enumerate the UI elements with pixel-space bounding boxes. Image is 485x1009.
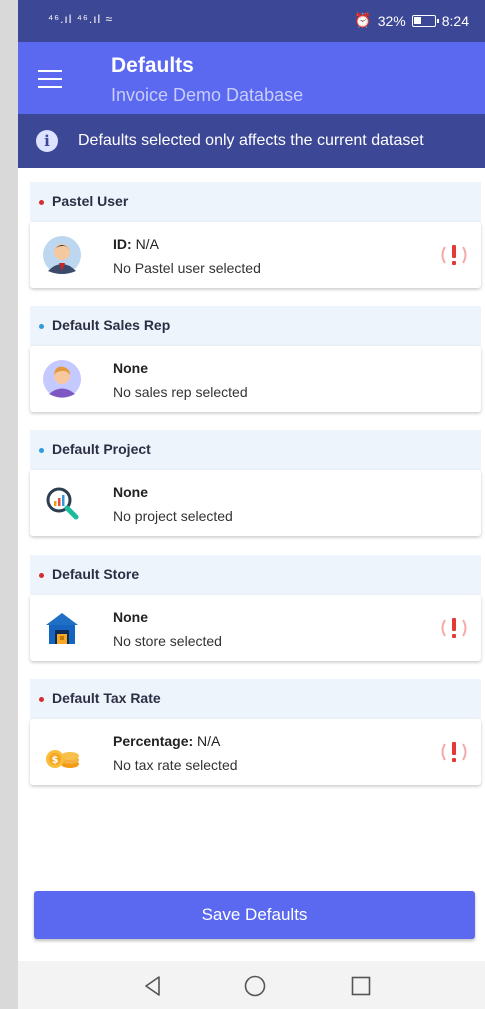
section-header-sales-rep: Default Sales Rep — [30, 306, 481, 346]
card-title: None — [113, 484, 148, 500]
optional-dot — [39, 324, 44, 329]
required-dot — [39, 200, 44, 205]
tax-rate-card[interactable]: $ Percentage: N/A No tax rate selected — [30, 719, 481, 785]
store-card[interactable]: None No store selected — [30, 595, 481, 661]
card-detail: No sales rep selected — [113, 384, 248, 400]
battery-percent: 32% — [377, 12, 406, 29]
recents-icon[interactable] — [349, 974, 373, 998]
card-title: ID: N/A — [113, 236, 159, 252]
back-icon[interactable] — [141, 974, 165, 998]
info-banner: i Defaults selected only affects the cur… — [18, 114, 485, 168]
card-title: None — [113, 609, 148, 625]
sales-rep-avatar-icon — [43, 360, 81, 398]
app-screen: ⁴⁶.ıl ⁴⁶.ıl ≈ ⏰ 32% 8:24 Defaults Invoic… — [18, 0, 485, 1009]
section-title: Default Sales Rep — [52, 317, 171, 333]
home-icon[interactable] — [243, 974, 267, 998]
battery-icon — [411, 14, 439, 27]
card-title: Percentage: N/A — [113, 733, 221, 749]
app-bar: Defaults Invoice Demo Database — [18, 42, 485, 114]
project-card[interactable]: None No project selected — [30, 470, 481, 536]
page-subtitle: Invoice Demo Database — [111, 85, 304, 105]
menu-icon[interactable] — [38, 70, 62, 88]
optional-dot — [39, 448, 44, 453]
svg-text:$: $ — [52, 755, 59, 766]
warning-icon — [441, 618, 467, 638]
warning-icon — [441, 742, 467, 762]
user-avatar-icon — [43, 236, 81, 274]
page-title: Defaults — [111, 54, 194, 77]
card-title: None — [113, 360, 148, 376]
coins-icon: $ — [46, 750, 79, 768]
project-search-icon — [46, 487, 79, 520]
section-title: Default Project — [52, 441, 151, 457]
card-detail: No Pastel user selected — [113, 260, 261, 276]
warning-icon — [441, 245, 467, 265]
required-dot — [39, 697, 44, 702]
section-header-store: Default Store — [30, 555, 481, 595]
info-icon: i — [36, 130, 58, 152]
system-nav-bar — [18, 961, 485, 1009]
alarm-icon: ⏰ — [354, 12, 372, 28]
store-icon — [46, 613, 78, 644]
card-detail: No project selected — [113, 508, 233, 524]
sales-rep-card[interactable]: None No sales rep selected — [30, 346, 481, 412]
status-bar: ⁴⁶.ıl ⁴⁶.ıl ≈ ⏰ 32% 8:24 — [18, 0, 485, 42]
signal-indicators: ⁴⁶.ıl ⁴⁶.ıl ≈ — [48, 12, 114, 26]
card-detail: No store selected — [113, 633, 222, 649]
clock: 8:24 — [441, 12, 469, 29]
section-title: Default Store — [52, 566, 140, 582]
card-detail: No tax rate selected — [113, 757, 238, 773]
required-dot — [39, 573, 44, 578]
status-right: ⏰ 32% 8:24 — [354, 12, 469, 29]
section-header-project: Default Project — [30, 430, 481, 470]
pastel-user-card[interactable]: ID: N/A No Pastel user selected — [30, 222, 481, 288]
section-title: Pastel User — [52, 193, 129, 209]
save-defaults-button[interactable]: Save Defaults — [34, 891, 475, 939]
info-text: Defaults selected only affects the curre… — [78, 132, 424, 149]
section-title: Default Tax Rate — [52, 690, 161, 706]
section-header-tax-rate: Default Tax Rate — [30, 679, 481, 719]
section-header-pastel-user: Pastel User — [30, 182, 481, 222]
